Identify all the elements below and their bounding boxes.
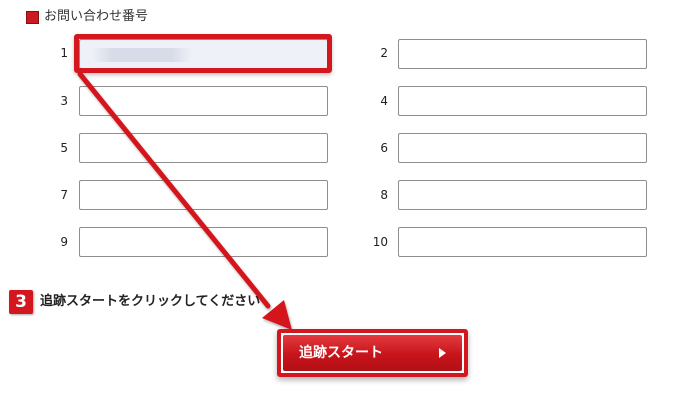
field-number-1: 1: [60, 46, 68, 60]
tracking-number-input-5[interactable]: [79, 133, 328, 163]
field-number-8: 8: [380, 188, 388, 202]
field-number-5: 5: [60, 141, 68, 155]
play-triangle-icon: [439, 348, 446, 358]
field-number-10: 10: [372, 235, 388, 249]
tracking-number-input-3[interactable]: [79, 86, 328, 116]
field-number-2: 2: [380, 46, 388, 60]
tracking-number-input-9[interactable]: [79, 227, 328, 257]
red-square-icon: [26, 10, 39, 24]
tracking-start-label: 追跡スタート: [299, 345, 383, 361]
step-number-badge: 3: [9, 290, 33, 314]
tracking-number-input-8[interactable]: [398, 180, 647, 210]
field-number-3: 3: [60, 94, 68, 108]
section-title: お問い合わせ番号: [44, 9, 149, 24]
field-number-6: 6: [380, 141, 388, 155]
tracking-number-input-6[interactable]: [398, 133, 647, 163]
section-header: お問い合わせ番号: [26, 9, 148, 25]
tracking-number-input-4[interactable]: [398, 86, 647, 116]
field-number-4: 4: [380, 94, 388, 108]
field-number-9: 9: [60, 235, 68, 249]
tracking-number-input-7[interactable]: [79, 180, 328, 210]
tracking-number-input-10[interactable]: [398, 227, 647, 257]
step-instruction: 追跡スタートをクリックしてください: [40, 294, 261, 309]
tracking-start-button[interactable]: 追跡スタート: [283, 335, 462, 371]
field-number-7: 7: [60, 188, 68, 202]
tracking-number-input-2[interactable]: [398, 39, 647, 69]
tracking-number-input-1[interactable]: [79, 39, 328, 69]
